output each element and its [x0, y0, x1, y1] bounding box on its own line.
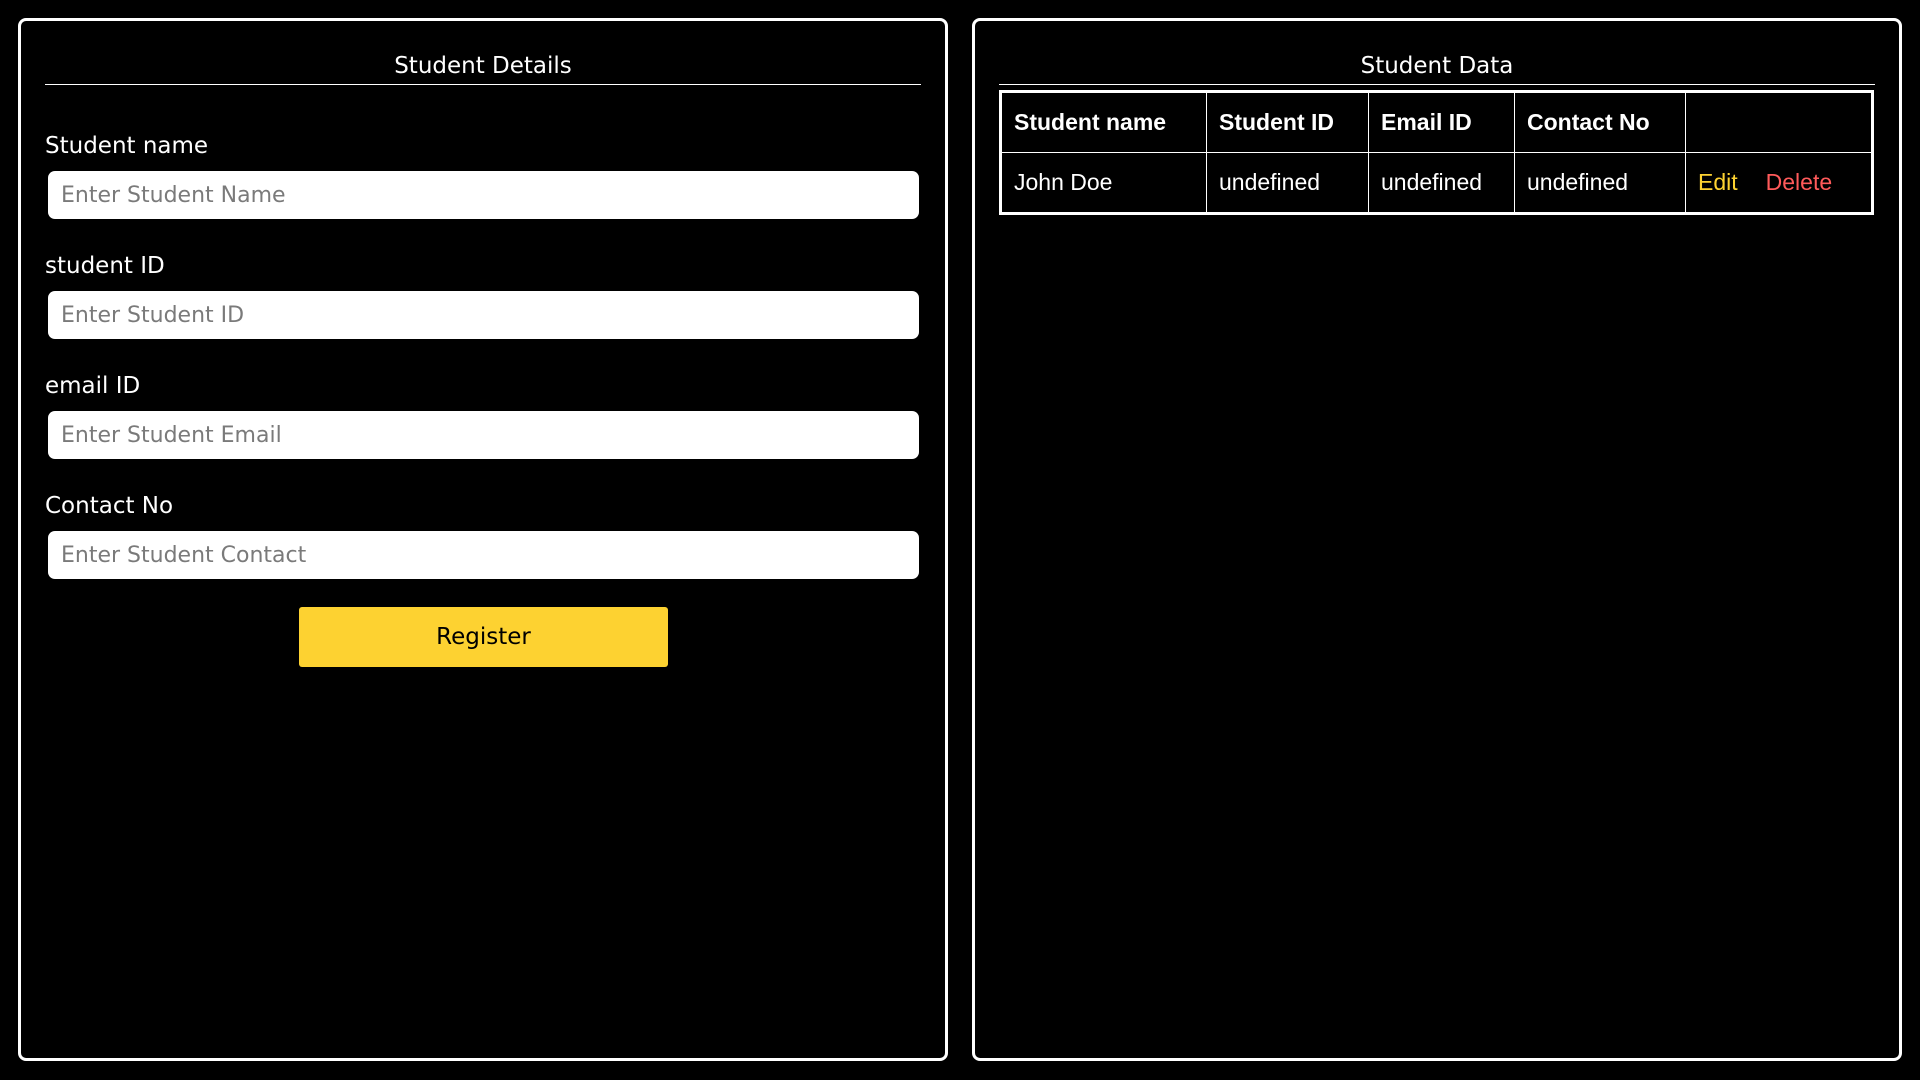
- student-details-panel: Student Details Student name student ID …: [18, 18, 948, 1061]
- column-header-contact-no: Contact No: [1514, 91, 1686, 153]
- cell-contact-no: undefined: [1514, 152, 1686, 214]
- contact-no-label: Contact No: [45, 493, 174, 519]
- student-id-label: student ID: [45, 253, 165, 279]
- register-button[interactable]: Register: [299, 607, 668, 667]
- column-header-actions: [1685, 91, 1873, 153]
- cell-student-id: undefined: [1206, 152, 1369, 214]
- column-header-student-id: Student ID: [1206, 91, 1369, 153]
- table-header-row: Student name Student ID Email ID Contact…: [1000, 91, 1873, 153]
- email-id-label: email ID: [45, 373, 141, 399]
- table-row: John Doe undefined undefined undefined E…: [1000, 152, 1873, 214]
- student-name-label: Student name: [45, 133, 209, 159]
- student-data-panel: Student Data Student name Student ID Ema…: [972, 18, 1902, 1061]
- edit-button[interactable]: Edit: [1698, 169, 1738, 196]
- cell-email-id: undefined: [1368, 152, 1515, 214]
- form-panel-title: Student Details: [45, 52, 921, 85]
- student-name-input[interactable]: [48, 171, 919, 219]
- column-header-student-name: Student name: [1000, 91, 1207, 153]
- email-id-input[interactable]: [48, 411, 919, 459]
- cell-actions: Edit Delete: [1685, 152, 1873, 214]
- column-header-email-id: Email ID: [1368, 91, 1515, 153]
- contact-no-input[interactable]: [48, 531, 919, 579]
- data-panel-title: Student Data: [999, 52, 1875, 85]
- delete-button[interactable]: Delete: [1766, 169, 1832, 196]
- cell-student-name: John Doe: [1000, 152, 1207, 214]
- student-id-input[interactable]: [48, 291, 919, 339]
- student-data-table: Student name Student ID Email ID Contact…: [999, 90, 1874, 215]
